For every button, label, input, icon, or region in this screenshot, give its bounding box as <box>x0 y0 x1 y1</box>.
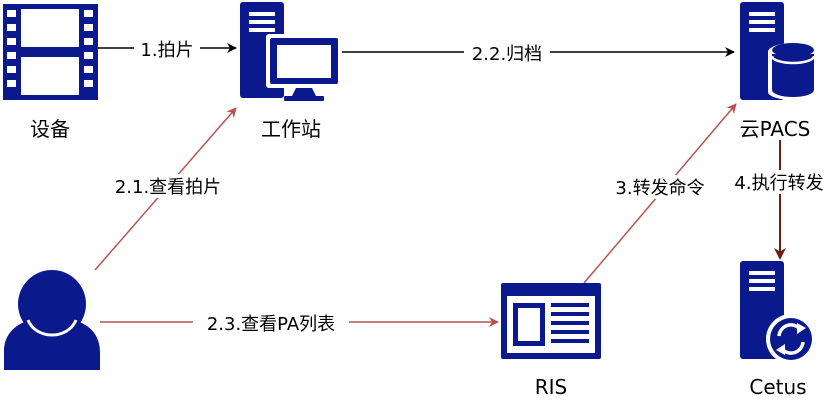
edge-label-view-capture: 2.1.查看拍片 <box>115 177 221 198</box>
node-cetus: Cetus <box>740 261 816 399</box>
node-label-cetus: Cetus <box>749 375 806 399</box>
edge-execute-forward: 4.执行转发 <box>726 140 832 260</box>
node-ris: RIS <box>501 283 601 399</box>
browser-window-icon <box>501 283 601 359</box>
diagram-svg: 1.拍片 2.2.归档 2.1.查看拍片 2.3.查看PA列表 3.转发命令 4… <box>3 2 832 399</box>
film-icon <box>3 4 98 100</box>
edge-label-forward-command: 3.转发命令 <box>615 178 704 199</box>
diagram-canvas: 1.拍片 2.2.归档 2.1.查看拍片 2.3.查看PA列表 3.转发命令 4… <box>0 0 832 404</box>
node-label-ris: RIS <box>535 375 568 399</box>
node-label-workstation: 工作站 <box>261 117 321 141</box>
edge-archive: 2.2.归档 <box>340 41 735 65</box>
edge-view-capture: 2.1.查看拍片 <box>94 107 237 271</box>
user-icon <box>4 270 100 370</box>
edge-view-pa-list: 2.3.查看PA列表 <box>100 311 499 335</box>
node-device: 设备 <box>3 4 98 141</box>
edge-label-execute-forward: 4.执行转发 <box>734 173 823 194</box>
workstation-icon <box>240 2 342 101</box>
edge-label-archive: 2.2.归档 <box>472 44 542 65</box>
node-workstation: 工作站 <box>240 2 342 141</box>
edge-label-view-pa-list: 2.3.查看PA列表 <box>207 314 335 335</box>
edge-label-capture: 1.拍片 <box>140 40 193 61</box>
sync-server-icon <box>740 261 816 364</box>
node-user <box>4 270 100 370</box>
edge-capture: 1.拍片 <box>98 37 237 61</box>
node-label-cloud-pacs: 云PACS <box>740 117 811 141</box>
edge-forward-command: 3.转发命令 <box>583 103 737 284</box>
node-cloud-pacs: 云PACS <box>740 2 818 141</box>
node-label-device: 设备 <box>30 117 70 141</box>
database-server-icon <box>740 2 818 100</box>
